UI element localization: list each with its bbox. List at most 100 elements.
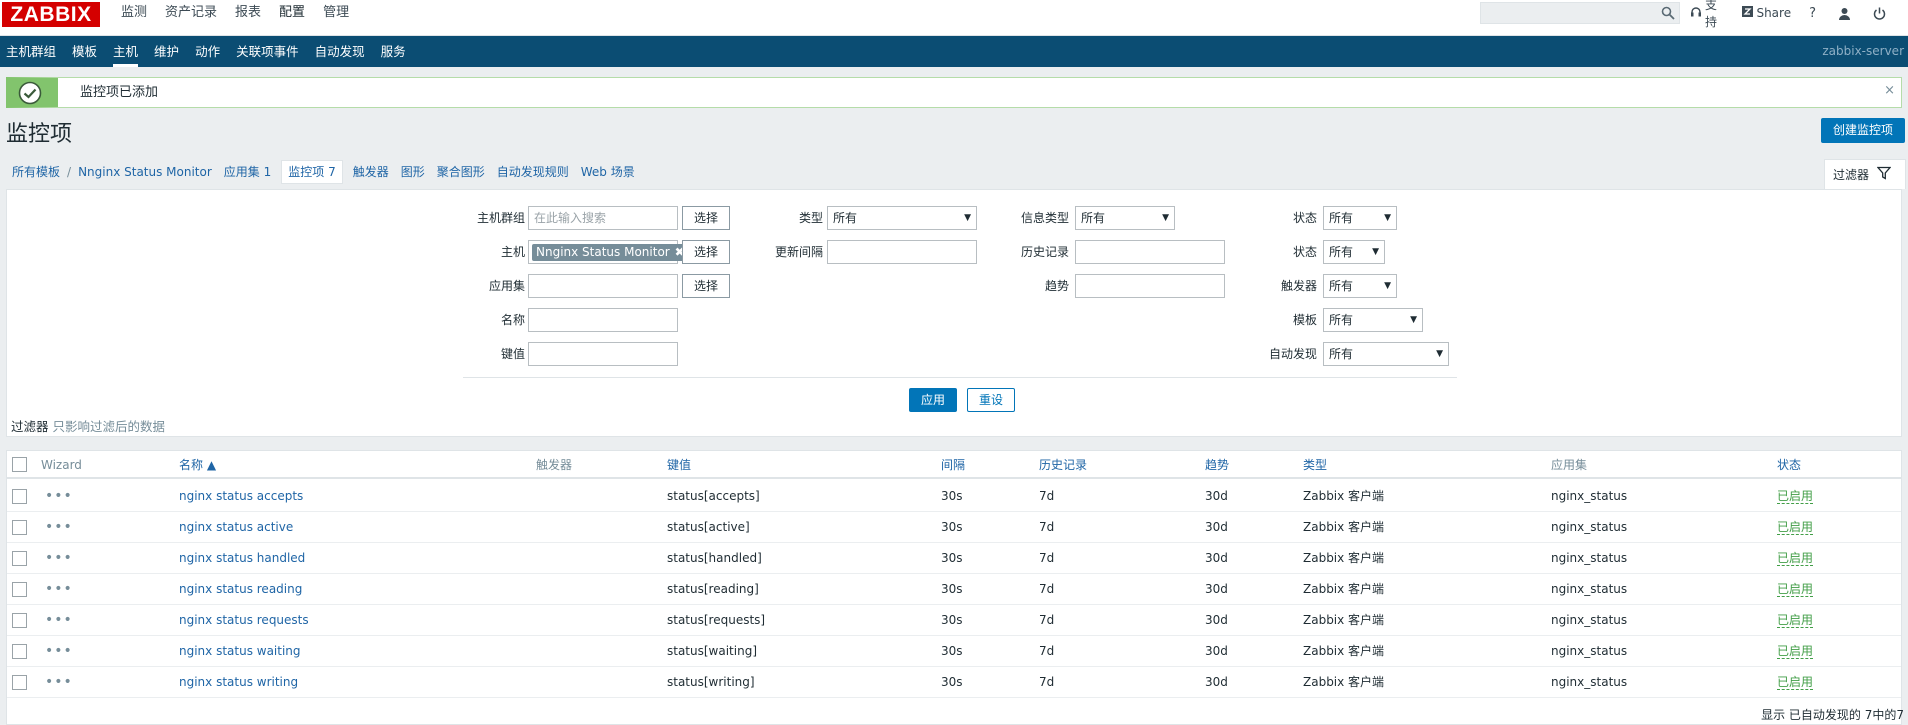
update-interval-label: 更新间隔 [774, 245, 823, 259]
host-group-select-button[interactable]: 选择 [682, 206, 730, 230]
triggers-select[interactable]: 所有 ▼ [1323, 274, 1397, 298]
global-search-input[interactable] [1480, 2, 1680, 24]
tab-screens[interactable]: 聚合图形 [431, 161, 491, 183]
item-name-link[interactable]: nginx status accepts [179, 489, 303, 503]
header-trends[interactable]: 趋势 [1205, 451, 1229, 479]
submenu-hosts[interactable]: 主机 [107, 36, 148, 67]
trends-input[interactable] [1075, 274, 1225, 298]
info-type-select[interactable]: 所有 ▼ [1075, 206, 1175, 230]
status-toggle[interactable]: 已启用 [1777, 644, 1814, 659]
filter-tab[interactable]: 过滤器 [1824, 159, 1906, 189]
help-icon[interactable]: ? [1809, 6, 1816, 21]
status-select[interactable]: 所有 ▼ [1323, 240, 1385, 264]
submenu-event-correlation[interactable]: 关联项事件 [230, 36, 309, 67]
header-interval[interactable]: 间隔 [941, 451, 965, 479]
status-toggle[interactable]: 已启用 [1777, 520, 1814, 535]
create-item-button[interactable]: 创建监控项 [1821, 118, 1905, 143]
tab-graphs[interactable]: 图形 [395, 161, 431, 183]
name-input[interactable] [528, 308, 678, 332]
history-label: 历史记录 [1020, 245, 1069, 259]
breadcrumb-template[interactable]: Nnginx Status Monitor [72, 161, 218, 183]
submenu-actions[interactable]: 动作 [189, 36, 230, 67]
host-tag-label: Nnginx Status Monitor [536, 245, 670, 259]
header-key[interactable]: 键值 [667, 451, 691, 479]
menu-configuration[interactable]: 配置 [270, 0, 314, 36]
item-history: 7d [1039, 551, 1055, 565]
select-all-checkbox[interactable] [12, 457, 27, 472]
submenu-services[interactable]: 服务 [375, 36, 416, 67]
state-select[interactable]: 所有 ▼ [1323, 206, 1397, 230]
item-key: status[requests] [667, 613, 766, 627]
menu-administration[interactable]: 管理 [314, 0, 358, 36]
row-checkbox[interactable] [12, 520, 27, 535]
row-checkbox[interactable] [12, 675, 27, 690]
sign-out-icon[interactable] [1873, 7, 1886, 20]
submenu-discovery[interactable]: 自动发现 [309, 36, 375, 67]
header-name[interactable]: 名称 ▲ [179, 451, 216, 479]
type-select[interactable]: 所有 ▼ [827, 206, 977, 230]
wizard-menu-icon[interactable]: ••• [45, 512, 73, 543]
item-interval: 30s [941, 520, 963, 534]
item-name-link[interactable]: nginx status active [179, 520, 293, 534]
reset-button[interactable]: 重设 [967, 388, 1015, 412]
menu-inventory[interactable]: 资产记录 [156, 0, 226, 36]
tab-discovery-rules[interactable]: 自动发现规则 [491, 161, 575, 183]
item-interval: 30s [941, 489, 963, 503]
item-name-link[interactable]: nginx status requests [179, 613, 309, 627]
wizard-menu-icon[interactable]: ••• [45, 481, 73, 512]
apply-button[interactable]: 应用 [909, 388, 957, 412]
application-input[interactable] [528, 274, 678, 298]
status-toggle[interactable]: 已启用 [1777, 675, 1814, 690]
tab-triggers[interactable]: 触发器 [347, 161, 395, 183]
zabbix-logo[interactable]: ZABBIX [2, 2, 100, 27]
item-name-link[interactable]: nginx status waiting [179, 644, 301, 658]
support-link[interactable]: 支持 [1690, 0, 1724, 30]
header-status[interactable]: 状态 [1777, 451, 1801, 479]
status-toggle[interactable]: 已启用 [1777, 613, 1814, 628]
item-name-link[interactable]: nginx status writing [179, 675, 298, 689]
submenu-maintenance[interactable]: 维护 [148, 36, 189, 67]
breadcrumb-all-templates[interactable]: 所有模板 [6, 161, 66, 183]
item-name-link[interactable]: nginx status handled [179, 551, 305, 565]
menu-reports[interactable]: 报表 [226, 0, 270, 36]
update-interval-input[interactable] [827, 240, 977, 264]
row-checkbox[interactable] [12, 551, 27, 566]
top-right-links: 支持 Share ? [1690, 0, 1908, 29]
header-history[interactable]: 历史记录 [1039, 451, 1087, 479]
share-link[interactable]: Share [1742, 6, 1791, 20]
tab-applications[interactable]: 应用集 1 [218, 161, 277, 183]
key-input[interactable] [528, 342, 678, 366]
row-checkbox[interactable] [12, 644, 27, 659]
host-group-input[interactable]: 在此输入搜索 [528, 206, 678, 230]
row-checkbox[interactable] [12, 613, 27, 628]
status-toggle[interactable]: 已启用 [1777, 489, 1814, 504]
host-multiselect[interactable]: Nnginx Status Monitor ✖ [528, 240, 690, 264]
host-select-button[interactable]: 选择 [682, 240, 730, 264]
wizard-menu-icon[interactable]: ••• [45, 636, 73, 667]
menu-monitoring[interactable]: 监测 [112, 0, 156, 36]
tab-items[interactable]: 监控项 7 [281, 160, 343, 184]
search-icon[interactable] [1661, 6, 1675, 20]
row-checkbox[interactable] [12, 582, 27, 597]
status-toggle[interactable]: 已启用 [1777, 551, 1814, 566]
discovery-select[interactable]: 所有 ▼ [1323, 342, 1449, 366]
status-toggle[interactable]: 已启用 [1777, 582, 1814, 597]
template-select[interactable]: 所有 ▼ [1323, 308, 1423, 332]
wizard-menu-icon[interactable]: ••• [45, 667, 73, 698]
history-input[interactable] [1075, 240, 1225, 264]
item-application: nginx_status [1551, 644, 1628, 658]
submenu-templates[interactable]: 模板 [66, 36, 107, 67]
application-select-button[interactable]: 选择 [682, 274, 730, 298]
submenu-host-groups[interactable]: 主机群组 [0, 36, 66, 67]
dropdown-arrow-icon: ▼ [1372, 247, 1379, 257]
close-message-icon[interactable]: × [1884, 83, 1895, 98]
wizard-menu-icon[interactable]: ••• [45, 605, 73, 636]
row-checkbox[interactable] [12, 489, 27, 504]
item-name-link[interactable]: nginx status reading [179, 582, 302, 596]
wizard-menu-icon[interactable]: ••• [45, 543, 73, 574]
header-type[interactable]: 类型 [1303, 451, 1327, 479]
wizard-menu-icon[interactable]: ••• [45, 574, 73, 605]
tab-web-scenarios[interactable]: Web 场景 [575, 161, 641, 183]
user-profile-icon[interactable] [1838, 7, 1851, 20]
item-key: status[waiting] [667, 644, 757, 658]
